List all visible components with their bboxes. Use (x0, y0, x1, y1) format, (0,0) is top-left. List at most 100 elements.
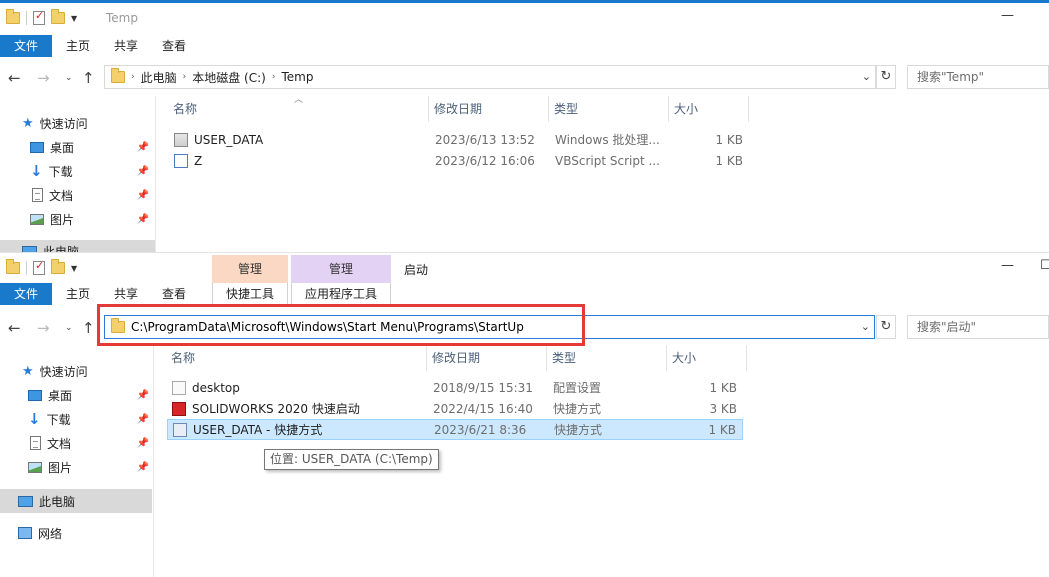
minimize-icon[interactable]: — (1001, 258, 1014, 273)
computer-icon (18, 495, 33, 507)
sidebar-item-label: 图片 (48, 460, 73, 475)
column-size[interactable]: 大小 (669, 96, 749, 122)
column-header: 名称 修改日期 类型 大小 (168, 96, 749, 122)
file-date: 2023/6/13 13:52 (435, 132, 535, 147)
forward-arrow-icon[interactable]: → (37, 69, 50, 87)
sidebar-item-pictures[interactable]: 图片 📌 (0, 208, 155, 230)
sidebar-item-downloads[interactable]: ↓ 下载 📌 (0, 408, 155, 430)
maximize-icon[interactable]: ☐ (1040, 258, 1049, 273)
tab-application-tools[interactable]: 应用程序工具 (291, 283, 391, 305)
new-folder-icon[interactable] (51, 9, 65, 24)
pin-icon[interactable]: 📌 (137, 462, 149, 473)
pane-divider (155, 96, 156, 255)
address-input[interactable]: C:\ProgramData\Microsoft\Windows\Start M… (131, 320, 524, 334)
properties-icon[interactable] (33, 9, 45, 25)
address-bar[interactable]: C:\ProgramData\Microsoft\Windows\Start M… (104, 315, 875, 339)
sidebar-item-desktop[interactable]: 桌面 📌 (0, 136, 155, 158)
file-size: 3 KB (709, 401, 737, 416)
tab-home[interactable]: 主页 (52, 35, 102, 57)
settings-file-icon (172, 380, 186, 395)
download-arrow-icon: ↓ (30, 162, 43, 180)
address-dropdown-icon[interactable]: ⌄ (862, 70, 871, 83)
sidebar-item-network[interactable]: 网络 (0, 522, 155, 544)
customize-dropdown-icon[interactable]: ▼ (71, 14, 77, 23)
sidebar-item-quick-access[interactable]: ★ 快速访问 (0, 360, 155, 382)
column-name[interactable]: 名称 (168, 96, 429, 122)
file-name-cell: USER_DATA - 快捷方式 (168, 421, 429, 438)
breadcrumb-item-this-pc[interactable]: 此电脑 (135, 69, 183, 86)
breadcrumb[interactable]: › 此电脑 › 本地磁盘 (C:) › Temp ⌄ (104, 65, 876, 89)
column-size[interactable]: 大小 (667, 345, 747, 371)
solidworks-icon (172, 401, 186, 416)
recent-locations-chevron-icon[interactable]: ⌄ (65, 73, 73, 83)
tab-shortcut-tools[interactable]: 快捷工具 (212, 283, 288, 305)
search-input[interactable]: 搜索"启动" (907, 315, 1049, 339)
address-dropdown-icon[interactable]: ⌄ (861, 320, 870, 333)
pin-icon[interactable]: 📌 (137, 390, 149, 401)
refresh-icon[interactable]: ↻ (876, 65, 896, 89)
column-date[interactable]: 修改日期 (429, 96, 549, 122)
sidebar-item-quick-access[interactable]: ★ 快速访问 (0, 112, 155, 134)
tab-view[interactable]: 查看 (150, 283, 198, 305)
document-icon (32, 188, 43, 202)
sidebar-item-label: 文档 (47, 436, 72, 451)
file-type: Windows 批处理... (555, 133, 660, 147)
column-type[interactable]: 类型 (549, 96, 669, 122)
pin-icon[interactable]: 📌 (137, 166, 149, 177)
file-size: 1 KB (708, 422, 736, 437)
tab-home[interactable]: 主页 (52, 283, 102, 305)
column-type[interactable]: 类型 (547, 345, 667, 371)
file-row-user-data-shortcut[interactable]: USER_DATA - 快捷方式 2023/6/21 8:36 快捷方式 1 K… (167, 419, 743, 440)
file-name-cell: Z (169, 153, 430, 168)
title-bar: ▼ 启动 — ☐ (0, 253, 1049, 283)
recent-locations-chevron-icon[interactable]: ⌄ (65, 323, 73, 333)
navigation-pane: ★ 快速访问 桌面 📌 ↓ 下载 📌 文档 📌 图片 📌 此电脑 (0, 112, 155, 255)
sidebar-item-label: 下载 (46, 412, 71, 427)
tab-file[interactable]: 文件 (0, 283, 52, 305)
file-row-solidworks[interactable]: SOLIDWORKS 2020 快速启动 2022/4/15 16:40 快捷方… (167, 398, 743, 419)
sidebar-item-pictures[interactable]: 图片 📌 (0, 456, 155, 478)
file-row-user-data-bat[interactable]: USER_DATA 2023/6/13 13:52 Windows 批处理...… (169, 129, 749, 150)
location-tooltip: 位置: USER_DATA (C:\Temp) (264, 449, 439, 470)
sidebar-item-documents[interactable]: 文档 📌 (0, 432, 155, 454)
sidebar-item-this-pc[interactable]: 此电脑 (0, 489, 152, 513)
file-row-z-vbs[interactable]: Z 2023/6/12 16:06 VBScript Script ... 1 … (169, 150, 749, 171)
navigation-bar: ← → ⌄ ↑ C:\ProgramData\Microsoft\Windows… (0, 315, 1049, 341)
sidebar-item-label: 快速访问 (39, 116, 88, 131)
properties-icon[interactable] (33, 259, 45, 275)
pin-icon[interactable]: 📌 (137, 214, 149, 225)
tab-share[interactable]: 共享 (102, 283, 150, 305)
forward-arrow-icon[interactable]: → (37, 319, 50, 337)
back-arrow-icon[interactable]: ← (8, 69, 21, 87)
folder-icon[interactable] (6, 9, 20, 24)
pin-icon[interactable]: 📌 (137, 142, 149, 153)
folder-icon[interactable] (6, 259, 20, 274)
file-date: 2023/6/12 16:06 (435, 153, 535, 168)
file-row-desktop-ini[interactable]: desktop 2018/9/15 15:31 配置设置 1 KB (167, 377, 743, 398)
tab-share[interactable]: 共享 (102, 35, 150, 57)
pin-icon[interactable]: 📌 (137, 438, 149, 449)
pane-divider (153, 345, 154, 577)
new-folder-icon[interactable] (51, 259, 65, 274)
search-input[interactable]: 搜索"Temp" (907, 65, 1049, 89)
up-arrow-icon[interactable]: ↑ (82, 319, 95, 337)
tab-file[interactable]: 文件 (0, 35, 52, 57)
back-arrow-icon[interactable]: ← (8, 319, 21, 337)
tab-view[interactable]: 查看 (150, 35, 198, 57)
minimize-icon[interactable]: — (1001, 8, 1014, 23)
folder-icon (111, 318, 125, 333)
breadcrumb-item-temp[interactable]: Temp (275, 70, 319, 84)
up-arrow-icon[interactable]: ↑ (82, 69, 95, 87)
sidebar-item-label: 快速访问 (39, 364, 88, 379)
file-type: 快捷方式 (554, 423, 603, 437)
breadcrumb-item-local-disk[interactable]: 本地磁盘 (C:) (186, 69, 272, 86)
customize-dropdown-icon[interactable]: ▼ (71, 264, 77, 273)
sidebar-item-downloads[interactable]: ↓ 下载 📌 (0, 160, 155, 182)
pin-icon[interactable]: 📌 (137, 414, 149, 425)
refresh-icon[interactable]: ↻ (876, 315, 896, 339)
sidebar-item-documents[interactable]: 文档 📌 (0, 184, 155, 206)
column-name[interactable]: 名称 (166, 345, 427, 371)
sidebar-item-desktop[interactable]: 桌面 📌 (0, 384, 155, 406)
column-date[interactable]: 修改日期 (427, 345, 547, 371)
pin-icon[interactable]: 📌 (137, 190, 149, 201)
